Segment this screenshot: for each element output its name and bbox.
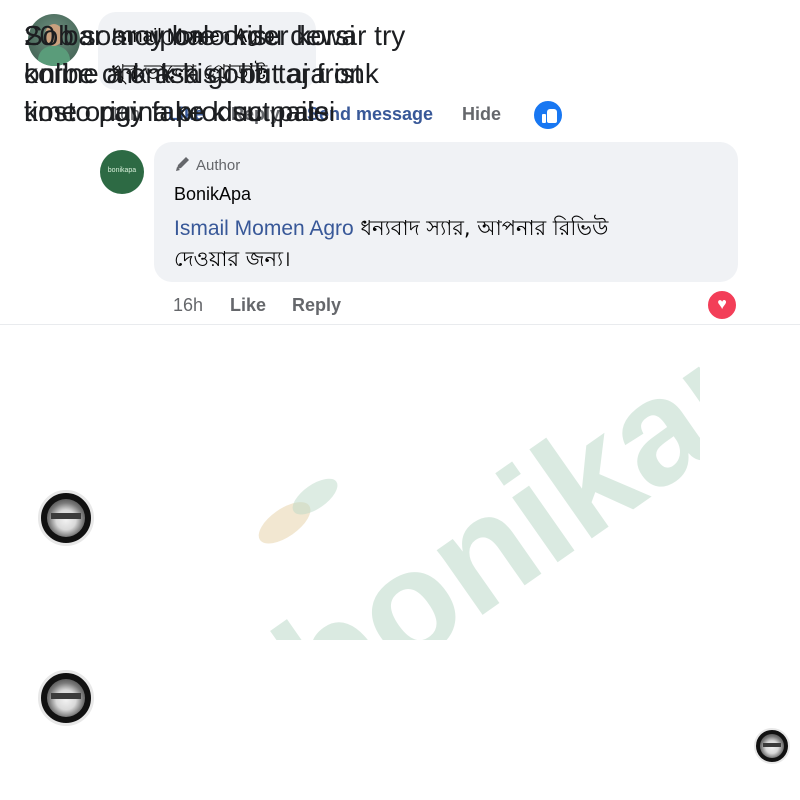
author-badge: Author bbox=[196, 157, 241, 174]
like-button[interactable]: Like bbox=[230, 295, 266, 316]
reply-text: ধন্যবাদ স্যার, আপনার রিভিউ bbox=[353, 216, 609, 240]
like-icon[interactable] bbox=[532, 99, 564, 131]
comment-text-line: kosto pay fake kisu paile bbox=[24, 96, 330, 127]
avatar-band bbox=[763, 743, 781, 747]
reply-button[interactable]: Reply bbox=[292, 295, 341, 316]
hide-button[interactable]: Hide bbox=[462, 104, 501, 125]
reply-author[interactable]: BonikApa bbox=[174, 184, 251, 205]
reply-text-line-2: দেওয়ার জন্য। bbox=[174, 247, 291, 271]
leaf-icon bbox=[258, 478, 338, 544]
reply-text-line-1: Ismail Momen Agro ধন্যবাদ স্যার, আপনার র… bbox=[174, 212, 608, 247]
avatar-brand-text: bonikapa bbox=[107, 167, 137, 174]
reply-bubble: Author BonikApa Ismail Momen Agro ধন্যবা… bbox=[154, 142, 738, 282]
avatar[interactable] bbox=[38, 670, 94, 726]
avatar[interactable] bbox=[38, 490, 94, 546]
author-avatar[interactable]: bonikapa bbox=[100, 150, 144, 194]
avatar-band bbox=[51, 693, 81, 699]
avatar[interactable] bbox=[754, 728, 790, 764]
comment-text-line: Sob somoy balo kisu dewar try bbox=[24, 20, 406, 51]
avatar-band bbox=[51, 513, 81, 519]
comment-text-line: korbe onk asa gorib tara onk bbox=[24, 58, 379, 89]
pencil-icon bbox=[176, 157, 189, 171]
reply-time[interactable]: 16h bbox=[173, 295, 203, 316]
mention-link[interactable]: Ismail Momen Agro bbox=[174, 217, 354, 240]
heart-icon[interactable]: ♥ bbox=[706, 289, 738, 321]
